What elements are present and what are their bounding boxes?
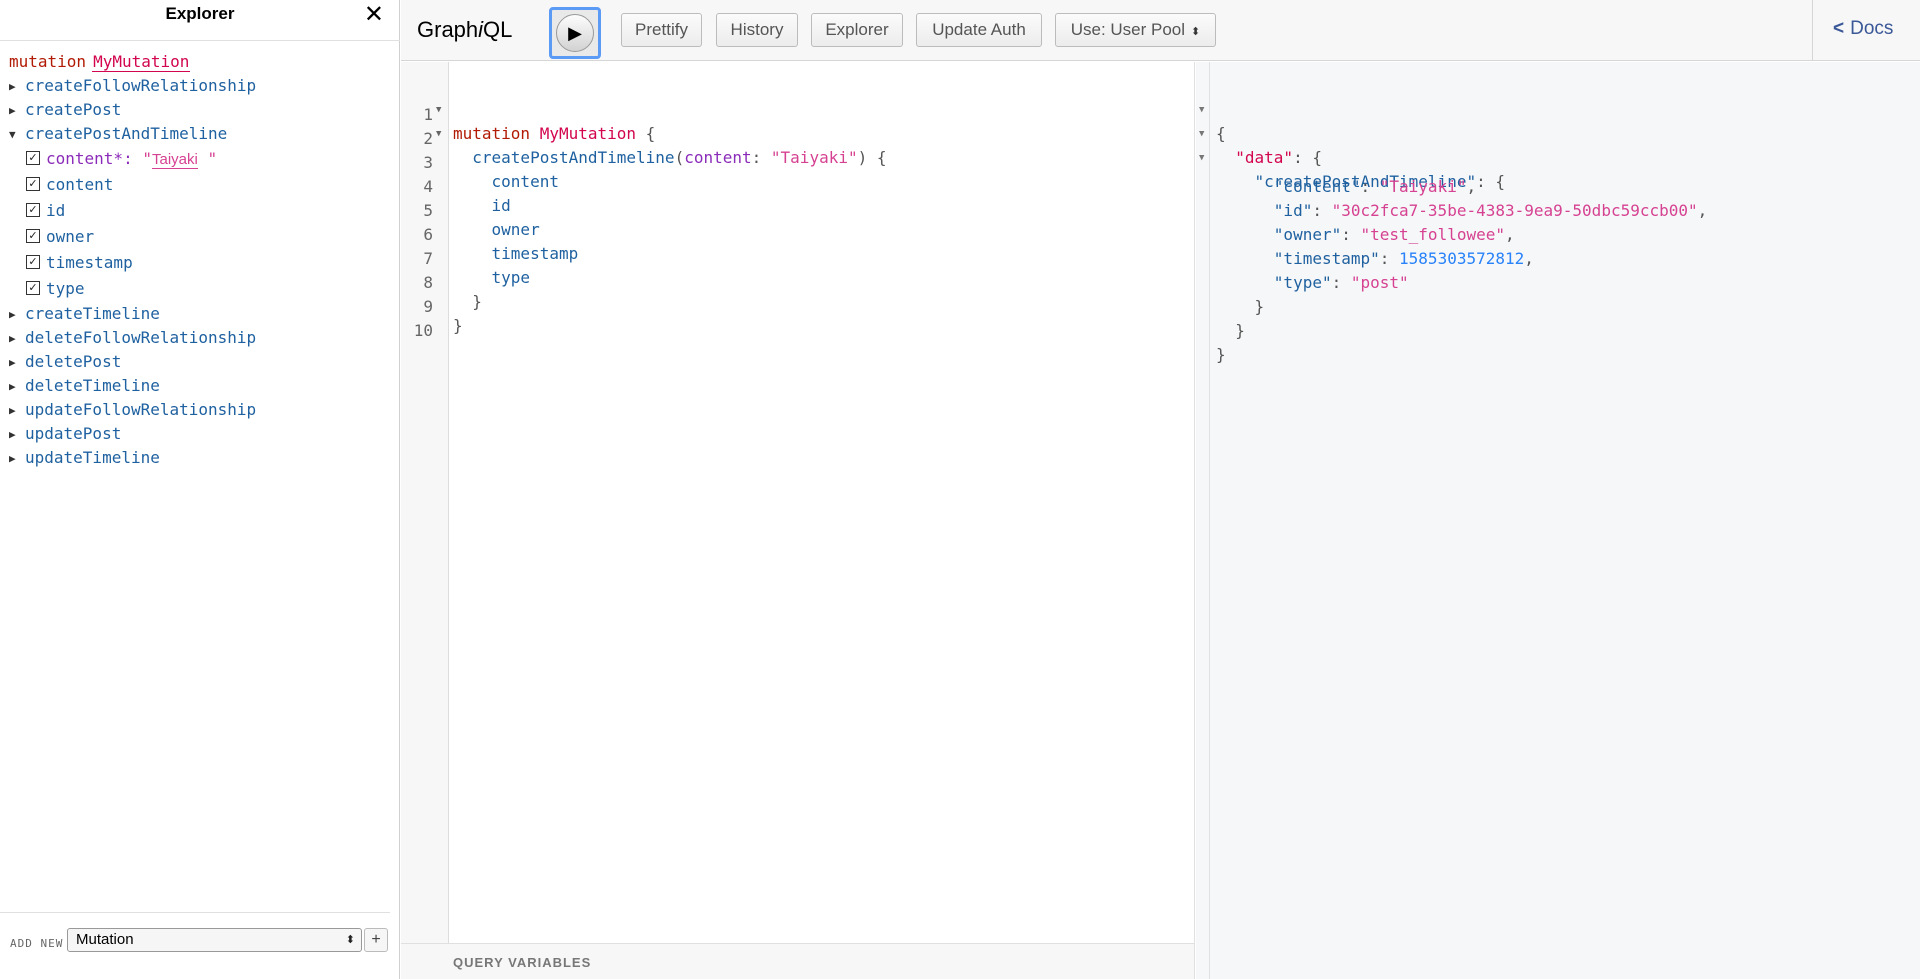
checkbox-checked-icon[interactable]: ✓ xyxy=(26,280,40,295)
code-line-1: 1 ▼ mutation MyMutation { xyxy=(423,105,656,143)
add-new-label: ADD NEW xyxy=(10,937,64,950)
close-icon[interactable]: ✕ xyxy=(364,3,384,27)
caret-right-icon[interactable]: ▶ xyxy=(9,75,25,99)
result-line: "id": "30c2fca7-35be-4383-9ea9-50dbc59cc… xyxy=(1273,201,1708,220)
execute-query-button[interactable]: ▶ xyxy=(549,7,601,59)
checkbox-checked-icon[interactable]: ✓ xyxy=(26,176,40,191)
explorer-toggle-button[interactable]: Explorer xyxy=(811,13,903,47)
field-update-timeline[interactable]: ▶ updateTimeline xyxy=(0,446,400,470)
caret-right-icon[interactable]: ▶ xyxy=(9,399,25,423)
auth-mode-select[interactable]: Use: User Pool ⬍ xyxy=(1055,13,1216,47)
result-line: "owner": "test_followee", xyxy=(1273,225,1515,244)
field-delete-timeline[interactable]: ▶ deleteTimeline xyxy=(0,374,400,398)
subfield-row-id[interactable]: ✓ id xyxy=(0,198,400,224)
code-line-7: 7 type xyxy=(423,249,531,287)
field-create-post-and-timeline[interactable]: ▼ createPostAndTimeline xyxy=(0,122,400,146)
result-line: "type": "post" xyxy=(1273,273,1409,292)
query-editor[interactable]: 1 ▼ mutation MyMutation { 2 ▼ createPostAn… xyxy=(401,62,1195,943)
result-line: ▼ { xyxy=(1199,105,1226,143)
field-delete-post[interactable]: ▶ deletePost xyxy=(0,350,400,374)
caret-right-icon[interactable]: ▶ xyxy=(9,303,25,327)
checkbox-checked-icon[interactable]: ✓ xyxy=(26,202,40,217)
explorer-header: Explorer ✕ xyxy=(0,0,400,41)
code-line-9: 9 } xyxy=(423,297,463,335)
field-create-post[interactable]: ▶ createPost xyxy=(0,98,400,122)
update-auth-button[interactable]: Update Auth xyxy=(916,13,1042,47)
code-line-5: 5 owner xyxy=(423,201,540,239)
chevron-left-icon: < xyxy=(1833,18,1845,39)
checkbox-checked-icon[interactable]: ✓ xyxy=(26,254,40,269)
docs-button[interactable]: < Docs xyxy=(1833,18,1893,40)
checkbox-checked-icon[interactable]: ✓ xyxy=(26,150,40,165)
query-variables-label: QUERY VARIABLES xyxy=(453,955,592,970)
subfield-row-type[interactable]: ✓ type xyxy=(0,276,400,302)
explorer-tree: mutation MyMutation ▶ createFollowRelation… xyxy=(0,50,400,470)
code-line-6: 6 timestamp xyxy=(423,225,579,263)
result-line: } xyxy=(1254,297,1265,316)
result-line: ▼ "data": { xyxy=(1199,129,1322,167)
operation-header: mutation MyMutation xyxy=(0,50,400,74)
result-line: } xyxy=(1235,321,1245,340)
field-update-follow-relationship[interactable]: ▶ updateFollowRelationship xyxy=(0,398,400,422)
prettify-button[interactable]: Prettify xyxy=(621,13,702,47)
caret-right-icon[interactable]: ▶ xyxy=(9,327,25,351)
caret-right-icon[interactable]: ▶ xyxy=(9,447,25,471)
result-line: "content": "Taiyaki", xyxy=(1273,177,1477,196)
operation-name-input[interactable]: MyMutation xyxy=(92,52,191,72)
caret-right-icon[interactable]: ▶ xyxy=(9,423,25,447)
explorer-title: Explorer xyxy=(165,4,235,23)
code-line-10: 10 xyxy=(413,321,433,340)
caret-right-icon[interactable]: ▶ xyxy=(9,375,25,399)
field-create-timeline[interactable]: ▶ createTimeline xyxy=(0,302,400,326)
argument-name: content*: xyxy=(46,149,133,168)
field-delete-follow-relationship[interactable]: ▶ deleteFollowRelationship xyxy=(0,326,400,350)
field-create-follow-relationship[interactable]: ▶ createFollowRelationship xyxy=(0,74,400,98)
code-line-3: 3 content xyxy=(423,153,559,191)
subfield-row-owner[interactable]: ✓ owner xyxy=(0,224,400,250)
caret-down-icon[interactable]: ▼ xyxy=(9,123,25,147)
field-update-post[interactable]: ▶ updatePost xyxy=(0,422,400,446)
subfield-row-timestamp[interactable]: ✓ timestamp xyxy=(0,250,400,276)
play-icon: ▶ xyxy=(556,14,594,52)
operation-keyword: mutation xyxy=(9,52,87,71)
result-line: "timestamp": 1585303572812, xyxy=(1273,249,1534,268)
checkbox-checked-icon[interactable]: ✓ xyxy=(26,228,40,243)
query-variables-bar[interactable]: QUERY VARIABLES xyxy=(401,943,1195,979)
docs-area: < Docs xyxy=(1812,0,1920,61)
code-line-4: 4 id xyxy=(423,177,511,215)
result-viewer: ▼ { ▼ "data": { ▼ "createPostAndTimeline… xyxy=(1196,62,1920,979)
argument-row-content[interactable]: ✓ content*: "Taiyaki " xyxy=(0,146,400,172)
graphiql-logo: GraphiQL xyxy=(417,17,513,42)
explorer-footer: ADD NEW Mutation ⬍ + xyxy=(0,912,390,979)
code-line-8: 8 } xyxy=(423,273,482,311)
add-operation-button[interactable]: + xyxy=(364,928,388,952)
result-line: ▼ "createPostAndTimeline": { xyxy=(1199,153,1505,191)
caret-right-icon[interactable]: ▶ xyxy=(9,351,25,375)
subfield-row-content[interactable]: ✓ content xyxy=(0,172,400,198)
history-button[interactable]: History xyxy=(716,13,798,47)
select-arrows-icon: ⬍ xyxy=(345,934,355,946)
operation-type-select[interactable]: Mutation ⬍ xyxy=(67,928,362,952)
argument-value-input[interactable]: "Taiyaki " xyxy=(142,149,217,169)
explorer-panel: Explorer ✕ mutation MyMutation ▶ createFol… xyxy=(0,0,400,979)
select-arrows-icon: ⬍ xyxy=(1191,26,1201,38)
result-line: } xyxy=(1216,345,1226,364)
caret-right-icon[interactable]: ▶ xyxy=(9,99,25,123)
code-line-2: 2 ▼ createPostAndTimeline(content: "Taiya… xyxy=(423,129,887,167)
toolbar: GraphiQL ▶ Prettify History Explorer Upd… xyxy=(401,0,1920,61)
